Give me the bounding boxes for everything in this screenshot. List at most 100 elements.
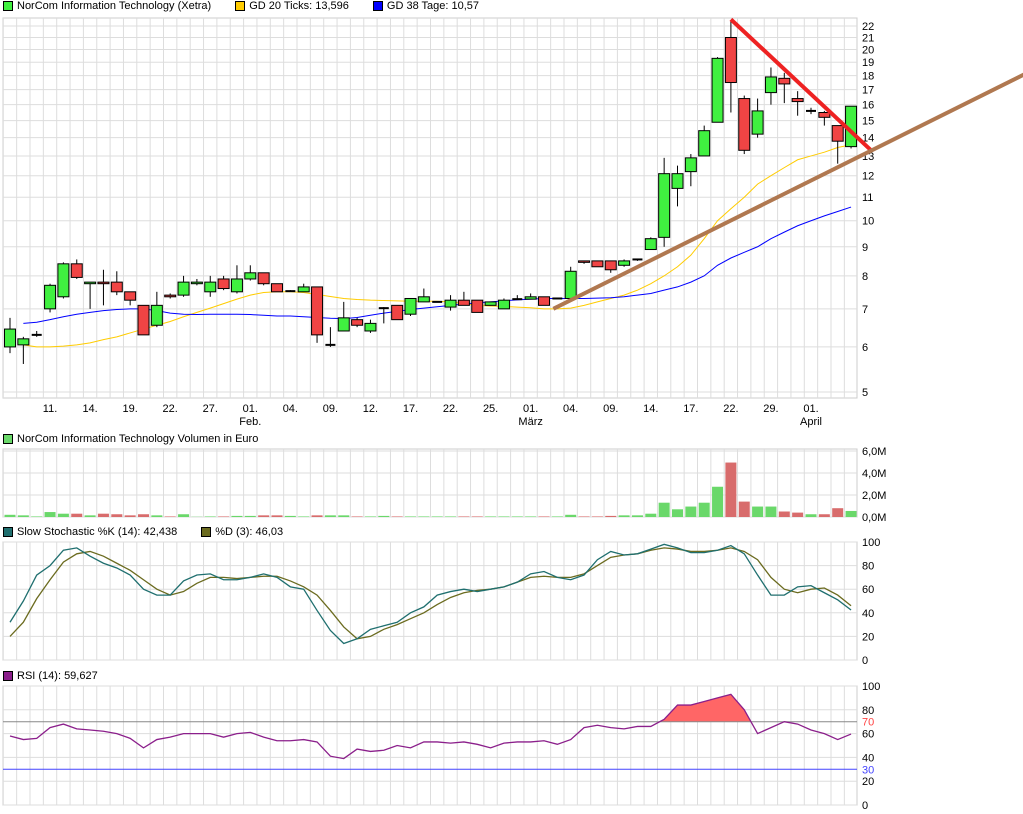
x-tick-label: 17.: [683, 403, 698, 415]
main-legend: NorCom Information Technology (Xetra) GD…: [3, 0, 479, 12]
volume-bar: [4, 514, 16, 517]
candle-up: [44, 284, 57, 310]
rsi-tick-label: 60: [862, 729, 874, 741]
candle-up: [337, 317, 350, 332]
volume-bar: [578, 516, 590, 517]
volume-tick-label: 2,0M: [862, 490, 886, 502]
volume-bar: [538, 516, 550, 517]
x-tick-label: 27.: [203, 403, 218, 415]
volume-bar: [324, 515, 336, 517]
stoch-tick-label: 60: [862, 584, 874, 596]
volume-bar: [298, 516, 310, 517]
rsi-tick-label: 80: [862, 705, 874, 717]
y-tick-label: 9: [862, 242, 868, 254]
volume-bar: [818, 514, 830, 517]
volume-bar: [698, 502, 710, 517]
candle-down: [70, 263, 83, 278]
x-tick-label: 04.: [283, 403, 298, 415]
volume-bar: [591, 516, 603, 517]
rsi-level-label: 70: [862, 717, 874, 729]
candle-down: [724, 36, 737, 84]
x-tick-label: 25.: [483, 403, 498, 415]
volume-bar: [672, 509, 683, 517]
x-tick-month-label: März: [518, 416, 542, 428]
volume-bar: [458, 516, 470, 517]
candle-up: [204, 281, 217, 293]
volume-bar: [645, 513, 657, 517]
stoch-tick-label: 0: [862, 655, 868, 667]
candle-up: [698, 130, 711, 157]
volume-bar: [565, 514, 577, 517]
y-tick-label: 16: [862, 100, 874, 112]
volume-bar: [631, 515, 643, 517]
legend-swatch-icon: [3, 434, 13, 444]
volume-bar: [551, 516, 563, 517]
volume-bar: [351, 516, 363, 517]
x-tick-label: 22.: [443, 403, 458, 415]
x-tick-label: 14.: [82, 403, 97, 415]
x-tick-label: 19.: [123, 403, 138, 415]
candle-up: [671, 173, 684, 189]
volume-bar: [44, 512, 56, 517]
candle-up: [444, 299, 457, 308]
volume-bar: [124, 515, 136, 517]
candle-up: [564, 270, 577, 299]
candle-down: [591, 260, 604, 268]
volume-bar: [765, 506, 777, 517]
x-tick-label: 04.: [563, 403, 578, 415]
x-tick-label: 22.: [163, 403, 178, 415]
candle-down: [471, 299, 484, 313]
candle-up: [244, 272, 257, 280]
volume-bar: [525, 516, 537, 517]
candle-down: [818, 112, 831, 118]
volume-bar: [431, 516, 443, 517]
volume-bar: [71, 513, 83, 517]
volume-bar: [364, 516, 376, 517]
x-tick-label: 09.: [603, 403, 618, 415]
chart-canvas: 567891011121314151617181920212211. 14. 19.…: [2, 17, 1023, 812]
candle-up: [57, 263, 70, 298]
volume-bar: [685, 506, 697, 517]
volume-tick-label: 6,0M: [862, 446, 886, 458]
candle-up: [150, 304, 163, 326]
volume-bar: [258, 515, 270, 517]
candle-down: [738, 98, 751, 151]
legend-swatch-icon: [372, 1, 383, 11]
y-tick-label: 8: [862, 271, 868, 283]
candle-up: [190, 281, 203, 285]
volume-bar: [618, 515, 630, 517]
rsi-tick-label: 20: [862, 776, 874, 788]
candle-down: [604, 260, 617, 271]
y-tick-label: 12: [862, 171, 874, 183]
candle-down: [110, 281, 123, 293]
legend-swatch-icon: [201, 527, 212, 537]
volume-bar: [31, 516, 43, 517]
volume-bar: [138, 514, 149, 517]
volume-bar: [511, 516, 523, 517]
y-tick-label: 21: [862, 32, 874, 44]
y-tick-label: 15: [862, 116, 874, 128]
volume-bar: [845, 510, 857, 517]
volume-bar: [311, 515, 323, 517]
candle-down: [351, 319, 364, 326]
volume-bar: [832, 508, 844, 517]
x-tick-label: 17.: [403, 403, 418, 415]
stock-chart: 5 6 7 8 9 10 11 12 13 14 15 16 17 18 19 20 21 22 11. 14. 19.…: [0, 0, 1023, 814]
candle-up: [497, 299, 510, 310]
y-tick-label: 11: [862, 192, 873, 204]
volume-bar: [658, 502, 670, 517]
y-tick-label: 20: [862, 45, 874, 57]
legend-swatch-icon: [235, 1, 246, 11]
volume-bar: [445, 516, 457, 517]
candle-up: [177, 281, 190, 296]
candle-down: [217, 278, 230, 290]
x-tick-label: 01.: [243, 403, 258, 415]
stoch-legend: Slow Stochastic %K (14): 42,438 %D (3): …: [3, 526, 283, 538]
volume-bar: [97, 513, 109, 517]
candle-up: [84, 281, 97, 285]
stoch-tick-label: 40: [862, 608, 874, 620]
candle-up: [684, 157, 697, 173]
volume-legend: NorCom Information Technology Volumen in…: [3, 433, 258, 445]
volume-bar: [391, 516, 403, 517]
volume-bar: [471, 516, 483, 517]
